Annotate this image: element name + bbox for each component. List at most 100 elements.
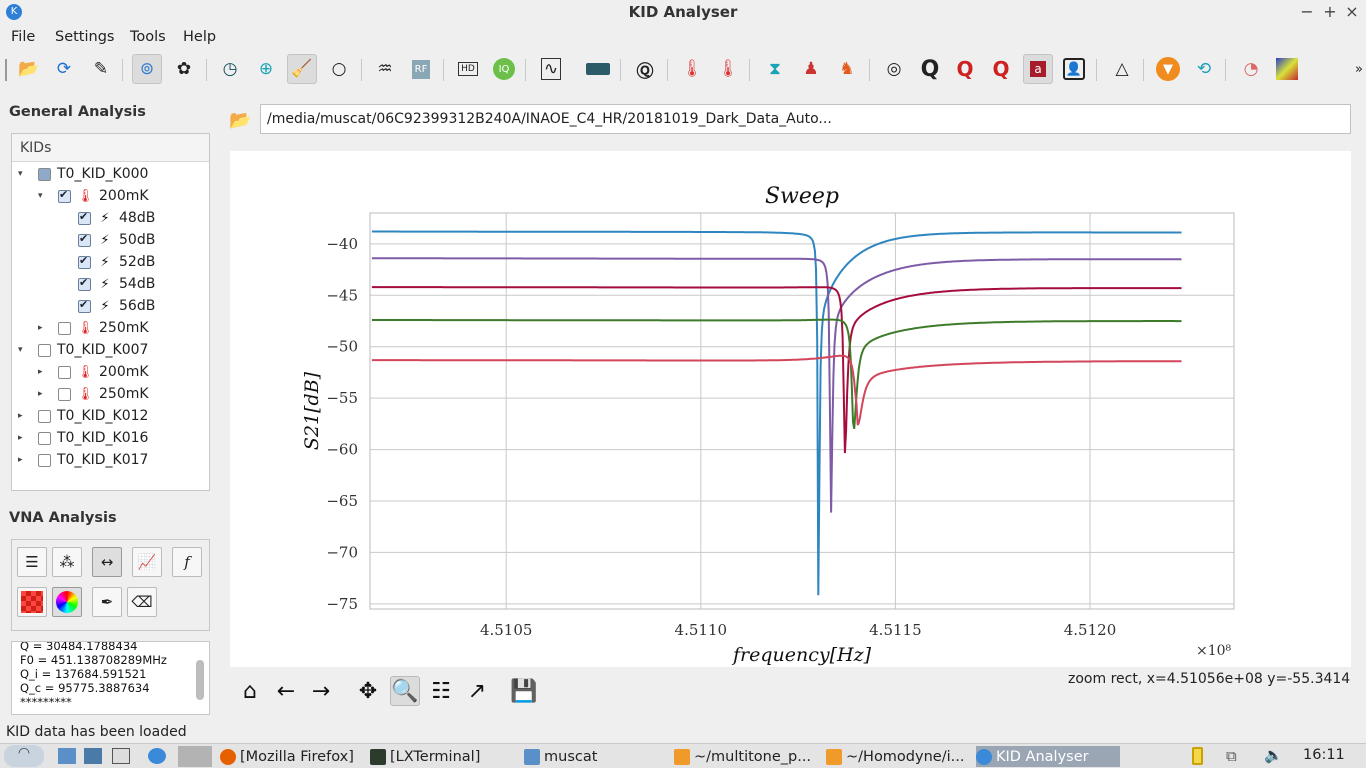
folder-icon[interactable]: 📂 (229, 110, 251, 131)
task-firefox[interactable]: [Mozilla Firefox] (220, 746, 362, 767)
file-manager-launcher-icon[interactable] (58, 748, 76, 764)
tree-item[interactable]: ▾ T0_KID_K000 (18, 163, 148, 185)
task-file-manager[interactable]: muscat (524, 746, 664, 767)
path-field[interactable]: /media/muscat/06C92399312B240A/INAOE_C4_… (260, 104, 1351, 134)
user-icon[interactable]: 👤 (1059, 54, 1089, 84)
target-icon[interactable]: ◎ (879, 54, 909, 84)
tree-checkbox[interactable] (78, 232, 91, 247)
tree-item[interactable]: ▸ 🌡 250mK (38, 317, 149, 339)
q-red-alt-icon[interactable]: Q (986, 54, 1016, 84)
expand-arrow-right-icon[interactable]: ▸ (18, 455, 30, 465)
log-scrollbar[interactable] (196, 660, 204, 700)
expand-arrow-down-icon[interactable]: ▾ (38, 191, 50, 201)
task-terminal[interactable]: [LXTerminal] (370, 746, 514, 767)
triangle-icon[interactable]: △ (1107, 54, 1137, 84)
edit-axis-icon[interactable]: ↗ (462, 676, 492, 706)
plot-canvas[interactable]: 4.5105 4.5110 4.5115 4.5120 −40 −45 −50 −55 −60 −… (230, 151, 1351, 667)
sweep-chart[interactable]: 4.5105 4.5110 4.5115 4.5120 −40 −45 −50 −55 −60 −… (230, 151, 1351, 667)
settings-launcher-icon[interactable] (84, 748, 102, 764)
forward-arrow-icon[interactable]: → (306, 676, 336, 706)
network-icon[interactable]: ⧉ (1226, 747, 1237, 765)
a-icon[interactable]: a (1023, 54, 1053, 84)
tree-item[interactable]: ⚡ 50dB (58, 229, 155, 251)
red-grid-icon[interactable] (17, 587, 47, 617)
list-icon[interactable]: ☰ (17, 547, 47, 577)
q-factor-icon[interactable]: Ⓠ (630, 54, 660, 84)
tree-checkbox[interactable] (58, 387, 71, 401)
q-red-icon[interactable]: Q (950, 54, 980, 84)
expand-arrow-right-icon[interactable]: ▸ (38, 389, 50, 399)
clock-icon[interactable]: ◷ (215, 54, 245, 84)
pie-chart-icon[interactable]: ◔ (1236, 54, 1266, 84)
desktop-pager[interactable] (178, 746, 212, 767)
function-icon[interactable]: f (172, 547, 202, 577)
thermometer-icon[interactable]: 🌡 (677, 54, 707, 84)
zoom-icon[interactable]: 🔍 (390, 676, 420, 706)
hourglass-icon[interactable]: ⧗ (760, 54, 790, 84)
tree-item[interactable]: ▾ T0_KID_K007 (18, 339, 148, 361)
pan-icon[interactable]: ✥ (353, 676, 383, 706)
wave-tool-icon[interactable]: ♒ (370, 54, 400, 84)
line-chart-icon[interactable]: 📈 (132, 547, 162, 577)
expand-arrow-right-icon[interactable]: ▸ (18, 411, 30, 421)
task-editor-homodyne[interactable]: ~/Homodyne/i... (826, 746, 968, 767)
expand-arrow-right-icon[interactable]: ▸ (18, 433, 30, 443)
tree-checkbox[interactable] (58, 365, 71, 379)
menu-file[interactable]: File (11, 29, 35, 45)
refresh-icon[interactable]: ⟳ (49, 54, 79, 84)
sweep-broom-icon[interactable]: 🧹 (287, 54, 317, 84)
home-icon[interactable]: ⌂ (235, 676, 265, 706)
task-kid-analyser[interactable]: KID Analyser (976, 746, 1120, 767)
expand-arrow-right-icon[interactable]: ▸ (38, 323, 50, 333)
back-arrow-icon[interactable]: ← (271, 676, 301, 706)
eraser-icon[interactable]: ✎ (86, 54, 116, 84)
kid-launcher-icon[interactable] (148, 748, 166, 764)
tree-checkbox[interactable] (78, 210, 91, 225)
expand-arrow-down-icon[interactable]: ▾ (18, 169, 30, 179)
q-icon[interactable]: Q (915, 54, 945, 84)
rf-icon[interactable]: RF (406, 54, 436, 84)
search-zoom-icon[interactable]: ⊕ (251, 54, 281, 84)
tree-item[interactable]: ▸ 🌡 250mK (38, 383, 149, 405)
tree-item[interactable]: ▸ T0_KID_K017 (18, 449, 148, 471)
volume-icon[interactable]: 🔈 (1264, 746, 1283, 764)
tree-checkbox[interactable] (58, 188, 71, 203)
tree-item[interactable]: ⚡ 56dB (58, 295, 155, 317)
tree-item[interactable]: ▸ T0_KID_K016 (18, 427, 148, 449)
pen-icon[interactable]: ✒ (92, 587, 122, 617)
expand-arrow-right-icon[interactable]: ▸ (38, 367, 50, 377)
tree-checkbox[interactable] (78, 298, 91, 313)
minimize-button[interactable]: − (1297, 2, 1317, 21)
battery-icon[interactable] (1192, 747, 1203, 765)
tree-item[interactable]: ▸ T0_KID_K012 (18, 405, 148, 427)
tree-checkbox[interactable] (58, 321, 71, 335)
tree-item[interactable]: ⚡ 54dB (58, 273, 155, 295)
tree-item[interactable]: ▾ 🌡 200mK (38, 185, 149, 207)
signal-icon[interactable]: ∿ (536, 54, 566, 84)
color-wheel-icon[interactable] (52, 587, 82, 617)
menu-tools[interactable]: Tools (130, 29, 166, 45)
cluster-icon[interactable]: ✿ (169, 54, 199, 84)
cycle-icon[interactable]: ⟲ (1189, 54, 1219, 84)
circle-icon[interactable]: ○ (324, 54, 354, 84)
menu-settings[interactable]: Settings (55, 29, 114, 45)
tree-checkbox[interactable] (78, 254, 91, 269)
task-editor-multitone[interactable]: ~/multitone_p... (674, 746, 816, 767)
eraser-tool-icon[interactable]: ⌫ (127, 587, 157, 617)
toolbar-overflow-icon[interactable]: » (1344, 54, 1366, 84)
configure-subplots-icon[interactable]: ☷ (426, 676, 456, 706)
device-icon[interactable] (583, 54, 613, 84)
fit-points-icon[interactable]: ⁂ (52, 547, 82, 577)
tree-checkbox[interactable] (38, 409, 51, 423)
mario-big-icon[interactable]: ♞ (832, 54, 862, 84)
start-menu-icon[interactable]: ◠ (4, 745, 44, 767)
close-button[interactable]: × (1342, 2, 1362, 21)
maximize-button[interactable]: + (1320, 2, 1340, 21)
tree-item[interactable]: ▸ 🌡 200mK (38, 361, 149, 383)
temperature-alert-icon[interactable]: 🌡 (713, 54, 743, 84)
save-figure-icon[interactable]: 💾 (509, 676, 539, 706)
window-launcher-icon[interactable] (112, 748, 130, 764)
hd-icon[interactable]: HD (453, 54, 483, 84)
mario-icon[interactable]: ♟ (796, 54, 826, 84)
tree-checkbox[interactable] (38, 453, 51, 467)
